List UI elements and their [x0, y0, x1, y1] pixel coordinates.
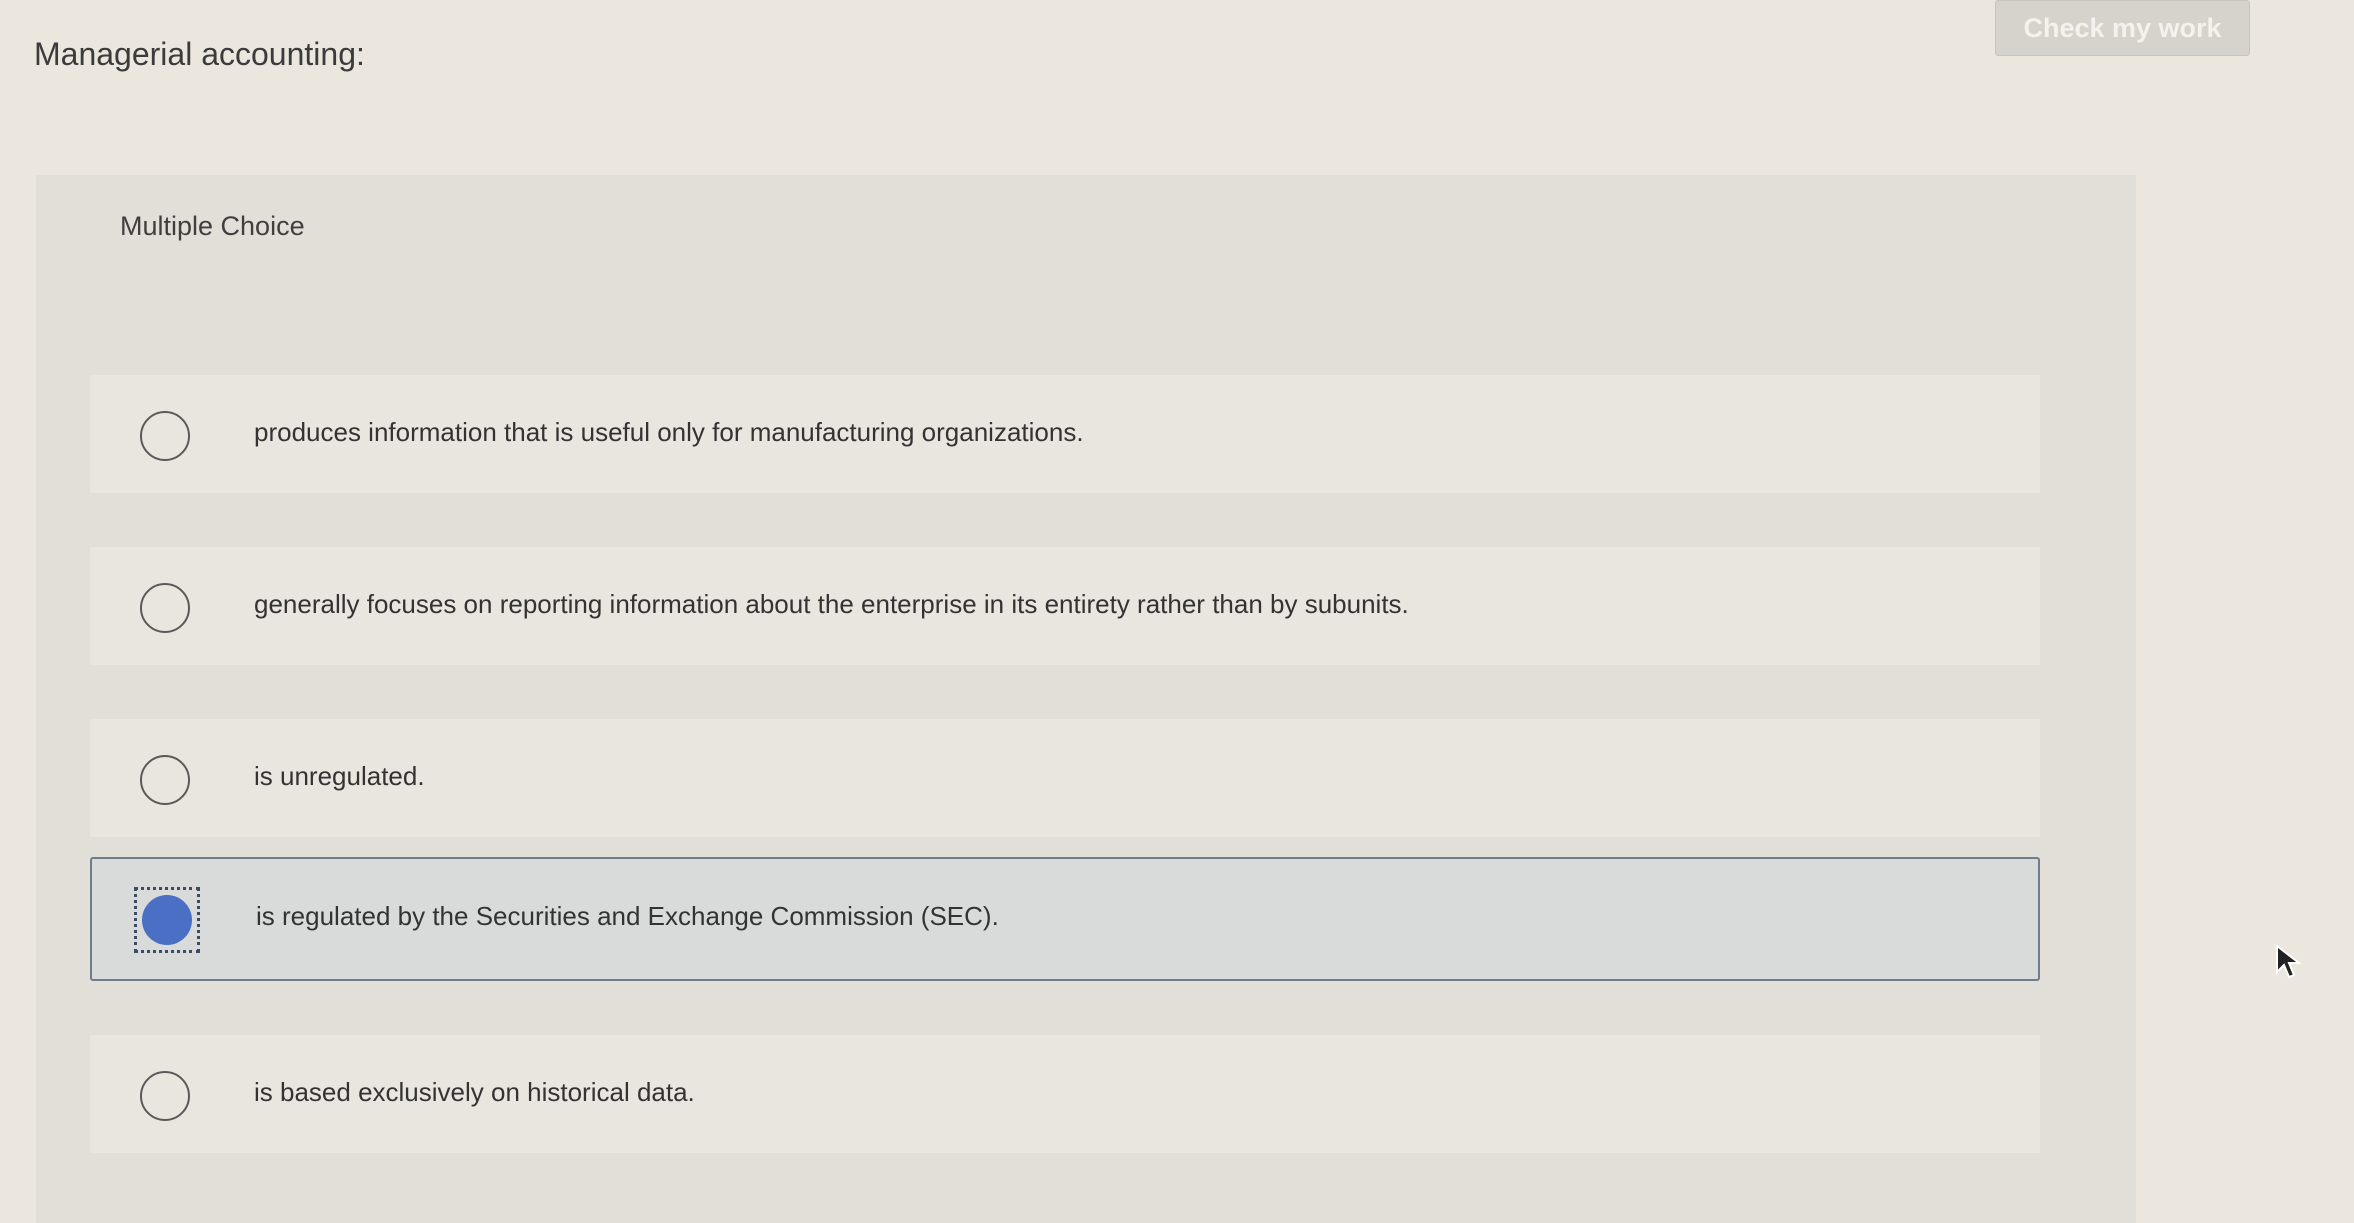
- choice-text-5: is based exclusively on historical data.: [254, 1077, 695, 1107]
- question-title: Managerial accounting:: [34, 36, 365, 72]
- radio-button-1[interactable]: [140, 411, 190, 461]
- choice-text-2: generally focuses on reporting informati…: [254, 589, 1409, 619]
- choice-text-3: is unregulated.: [254, 761, 425, 791]
- multiple-choice-panel: Multiple Choice produces information tha…: [36, 175, 2136, 1223]
- choice-option-1[interactable]: produces information that is useful only…: [90, 375, 2040, 493]
- choice-text-4: is regulated by the Securities and Excha…: [256, 901, 999, 931]
- choice-text-1: produces information that is useful only…: [254, 417, 1084, 447]
- radio-button-2[interactable]: [140, 583, 190, 633]
- choice-option-2[interactable]: generally focuses on reporting informati…: [90, 547, 2040, 665]
- check-my-work-button[interactable]: Check my work: [1995, 0, 2250, 56]
- question-type-label: Multiple Choice: [120, 211, 305, 241]
- mouse-pointer-icon: [2276, 944, 2302, 979]
- choice-option-4-selected[interactable]: is regulated by the Securities and Excha…: [90, 857, 2040, 981]
- radio-button-5[interactable]: [140, 1071, 190, 1121]
- choice-option-3[interactable]: is unregulated.: [90, 719, 2040, 837]
- radio-button-3[interactable]: [140, 755, 190, 805]
- radio-button-4-selected[interactable]: [142, 895, 192, 945]
- choice-option-5[interactable]: is based exclusively on historical data.: [90, 1035, 2040, 1153]
